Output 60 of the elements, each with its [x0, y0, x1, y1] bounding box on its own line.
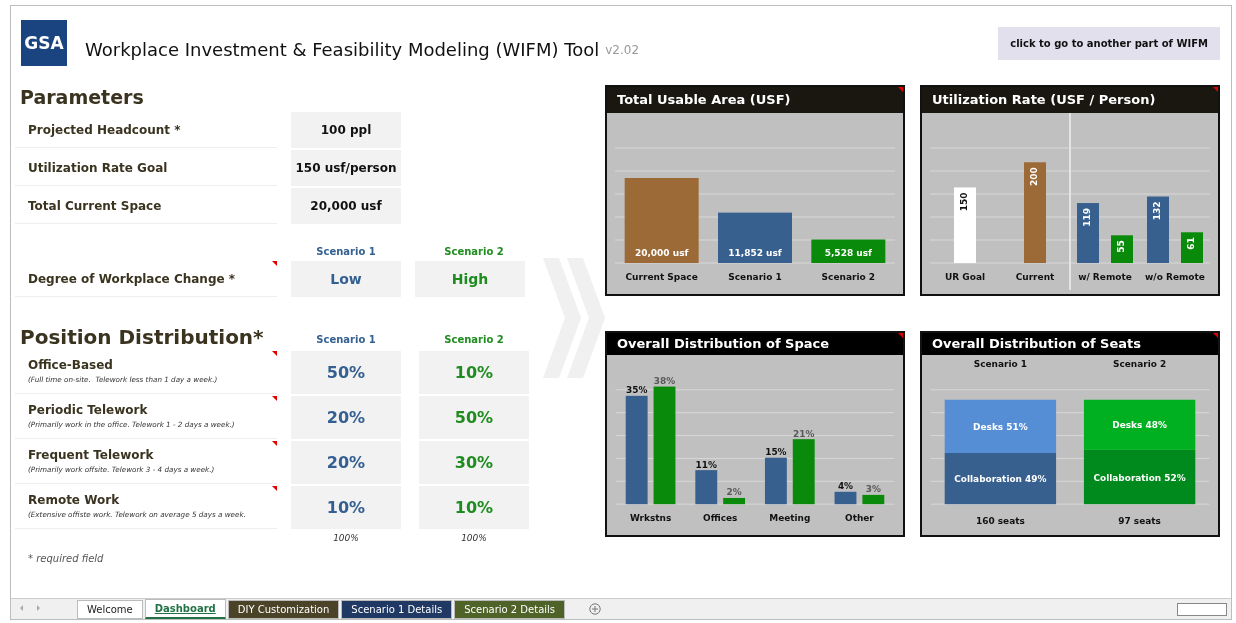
- category-label: w/o Remote: [1145, 272, 1205, 282]
- data-label: 15%: [765, 447, 787, 458]
- data-label: Collaboration 49%: [954, 474, 1047, 485]
- position-label: Periodic Telework: [28, 403, 149, 417]
- chart-title: Overall Distribution of Seats: [922, 333, 1218, 355]
- total-value: 100%: [332, 533, 360, 543]
- data-label: 20,000 usf: [634, 247, 689, 258]
- parameter-label: Projected Headcount *: [15, 112, 277, 148]
- section-heading: Position Distribution*: [19, 324, 265, 351]
- data-label: 61: [1186, 237, 1197, 250]
- seat-total: 97 seats: [1118, 516, 1161, 527]
- data-label: 119: [1082, 208, 1093, 227]
- category-label: Meeting: [769, 513, 811, 524]
- parameter-label: Utilization Rate Goal: [15, 150, 277, 186]
- parameter-label: Degree of Workplace Change *: [15, 261, 277, 297]
- data-label: Desks 48%: [1112, 420, 1167, 431]
- version-label: v2.02: [605, 43, 640, 57]
- data-label: 55: [1116, 240, 1127, 253]
- data-label: 5,528 usf: [824, 247, 872, 258]
- category-label: Offices: [703, 513, 738, 524]
- category-label: Other: [845, 513, 874, 524]
- category-label: Current Space: [625, 272, 698, 282]
- data-label: 11,852 usf: [728, 247, 782, 258]
- parameter-label: Total Current Space: [15, 188, 277, 224]
- data-label: 4%: [837, 481, 854, 492]
- category-label: Scenario 2: [821, 272, 876, 282]
- scenario-header: Scenario 2: [443, 246, 505, 257]
- category-label: Scenario 1: [973, 358, 1027, 369]
- data-label: 150: [959, 192, 970, 212]
- scenario-header: Scenario 1: [315, 334, 377, 345]
- section-heading: Parameters: [19, 85, 145, 110]
- data-label: Desks 51%: [973, 421, 1028, 432]
- logo: GSA: [21, 20, 67, 66]
- seat-total: 160 seats: [976, 516, 1025, 527]
- category-label: UR Goal: [944, 272, 986, 282]
- data-label: 132: [1152, 201, 1163, 221]
- data-label: 200: [1029, 167, 1040, 187]
- app-title: Workplace Investment & Feasibility Modeling (WIFM) Tool: [85, 38, 600, 60]
- category-label: Current: [1015, 272, 1055, 282]
- total-value: 100%: [460, 533, 488, 543]
- data-label: 35%: [625, 385, 648, 396]
- category-label: Scenario 1: [728, 272, 782, 282]
- data-label: 21%: [793, 428, 815, 439]
- chart-title: Total Usable Area (USF): [607, 87, 903, 113]
- position-label: Frequent Telework: [28, 448, 155, 462]
- category-label: w/ Remote: [1078, 272, 1132, 282]
- data-label: 2%: [726, 487, 742, 498]
- data-label: 3%: [865, 484, 881, 495]
- category-label: Scenario 2: [1113, 358, 1167, 369]
- data-label: 11%: [695, 459, 717, 470]
- scenario-header: Scenario 1: [315, 246, 377, 257]
- scenario-header: Scenario 2: [443, 334, 505, 345]
- position-label: Remote Work: [28, 493, 121, 507]
- position-label: Office-Based: [28, 358, 114, 372]
- required-note: * required field: [27, 552, 105, 564]
- data-label: Collaboration 52%: [1093, 472, 1186, 483]
- chart-title: Overall Distribution of Space: [607, 333, 903, 355]
- chart-title: Utilization Rate (USF / Person): [922, 87, 1218, 113]
- data-label: 38%: [653, 376, 676, 387]
- category-label: Wrkstns: [629, 513, 672, 524]
